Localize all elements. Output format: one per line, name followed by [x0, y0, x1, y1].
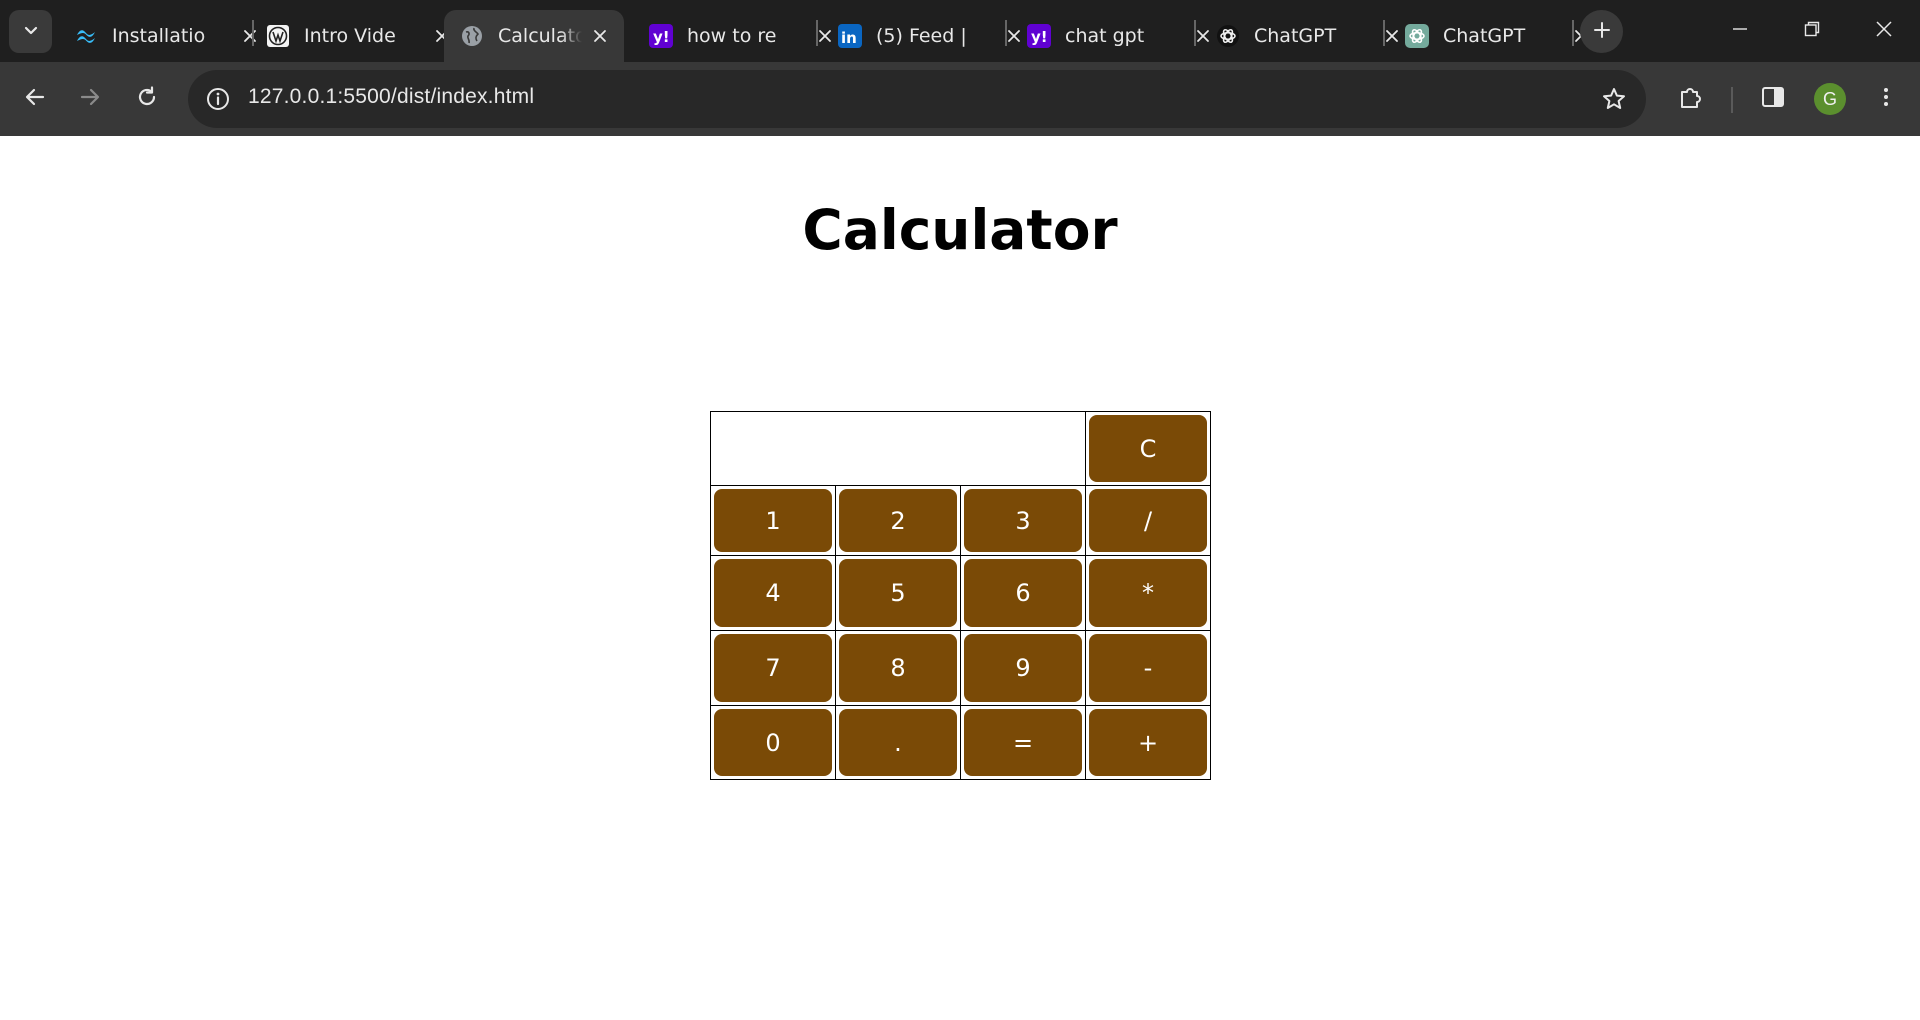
digit-6-button[interactable]: 6	[964, 559, 1082, 627]
menu-button[interactable]	[1864, 77, 1908, 121]
site-info-icon[interactable]	[200, 81, 236, 117]
close-icon	[1875, 20, 1893, 42]
tab-title: Intro Vide	[304, 25, 396, 47]
tab-title: ChatGPT	[1254, 25, 1337, 47]
tab-separator	[1572, 20, 1574, 46]
url-text[interactable]: 127.0.0.1:5500/dist/index.html	[248, 85, 534, 109]
key-cell: 5	[835, 555, 961, 631]
key-cell: 0	[710, 705, 836, 780]
svg-text:in: in	[841, 29, 857, 47]
profile-avatar[interactable]: G	[1814, 83, 1846, 115]
digit-0-button[interactable]: 0	[714, 709, 832, 776]
tab-title: how to re	[687, 25, 777, 47]
reload-button[interactable]	[125, 77, 169, 121]
puzzle-icon	[1677, 83, 1705, 115]
key-cell: -	[1085, 630, 1211, 706]
key-cell: 4	[710, 555, 836, 631]
close-icon[interactable]	[588, 24, 612, 48]
close-window-button[interactable]	[1848, 0, 1920, 62]
arrow-left-icon	[23, 85, 47, 113]
tab-title: chat gpt	[1065, 25, 1145, 47]
digit-9-button[interactable]: 9	[964, 634, 1082, 702]
wordpress-icon	[266, 24, 290, 48]
page-title: Calculator	[802, 198, 1118, 262]
key-cell: .	[835, 705, 961, 780]
equals-button[interactable]: =	[964, 709, 1082, 776]
digit-1-button[interactable]: 1	[714, 489, 832, 552]
digit-8-button[interactable]: 8	[839, 634, 957, 702]
openai-icon	[1216, 24, 1240, 48]
tab-search-button[interactable]	[9, 10, 52, 53]
tab-intro-video[interactable]: Intro Vide	[250, 10, 466, 62]
svg-text:y!: y!	[653, 28, 670, 46]
tab-strip: Installatio Intro Vide Calculato y! how …	[0, 0, 1920, 62]
key-cell: 3	[960, 485, 1086, 556]
key-cell: 8	[835, 630, 961, 706]
key-cell: C	[1085, 411, 1211, 486]
calculator-grid: C 1 2 3 / 4 5 6 * 7 8 9 - 0 . = +	[710, 411, 1211, 780]
more-vert-icon	[1874, 85, 1898, 113]
digit-7-button[interactable]: 7	[714, 634, 832, 702]
minimize-button[interactable]	[1704, 0, 1776, 62]
back-button[interactable]	[13, 77, 57, 121]
reload-icon	[135, 85, 159, 113]
display-cell	[710, 411, 1086, 486]
multiply-button[interactable]: *	[1089, 559, 1207, 627]
tab-title: ChatGPT	[1443, 25, 1526, 47]
tab-separator	[1005, 20, 1007, 46]
decimal-button[interactable]: .	[839, 709, 957, 776]
subtract-button[interactable]: -	[1089, 634, 1207, 702]
new-tab-button[interactable]	[1580, 10, 1623, 53]
side-panel-button[interactable]	[1751, 77, 1795, 121]
browser-toolbar: 127.0.0.1:5500/dist/index.html G	[0, 62, 1920, 136]
openai-icon	[1405, 24, 1429, 48]
address-bar[interactable]: 127.0.0.1:5500/dist/index.html	[188, 70, 1646, 128]
linkedin-icon: in	[838, 24, 862, 48]
globe-icon	[460, 24, 484, 48]
restore-button[interactable]	[1776, 0, 1848, 62]
tab-separator	[1383, 20, 1385, 46]
extensions-button[interactable]	[1669, 77, 1713, 121]
key-cell: *	[1085, 555, 1211, 631]
bookmark-star-icon[interactable]	[1596, 81, 1632, 117]
yahoo-icon: y!	[1027, 24, 1051, 48]
add-button[interactable]: +	[1089, 709, 1207, 776]
key-cell: 1	[710, 485, 836, 556]
tab-title: Installatio	[112, 25, 206, 47]
calculator-display[interactable]	[714, 415, 1082, 482]
toolbar-separator	[1731, 87, 1733, 113]
key-cell: =	[960, 705, 1086, 780]
digit-2-button[interactable]: 2	[839, 489, 957, 552]
digit-5-button[interactable]: 5	[839, 559, 957, 627]
plus-icon	[1592, 20, 1612, 44]
tab-separator	[1194, 20, 1196, 46]
key-cell: 7	[710, 630, 836, 706]
side-panel-icon	[1760, 84, 1786, 114]
forward-button[interactable]	[68, 77, 112, 121]
arrow-right-icon	[78, 85, 102, 113]
restore-icon	[1803, 20, 1821, 42]
svg-text:y!: y!	[1031, 28, 1048, 46]
chevron-down-icon	[22, 21, 40, 43]
yahoo-icon: y!	[649, 24, 673, 48]
tab-calculator[interactable]: Calculato	[444, 10, 624, 62]
tab-title: (5) Feed |	[876, 25, 967, 47]
digit-4-button[interactable]: 4	[714, 559, 832, 627]
key-cell: +	[1085, 705, 1211, 780]
minimize-icon	[1731, 20, 1749, 42]
digit-3-button[interactable]: 3	[964, 489, 1082, 552]
key-cell: 2	[835, 485, 961, 556]
key-cell: /	[1085, 485, 1211, 556]
divide-button[interactable]: /	[1089, 489, 1207, 552]
key-cell: 6	[960, 555, 1086, 631]
tab-title: Calculato	[498, 25, 583, 47]
tab-installation[interactable]: Installatio	[58, 10, 274, 62]
clear-button[interactable]: C	[1089, 415, 1207, 482]
tailwind-icon	[74, 24, 98, 48]
key-cell: 9	[960, 630, 1086, 706]
tab-separator	[816, 20, 818, 46]
